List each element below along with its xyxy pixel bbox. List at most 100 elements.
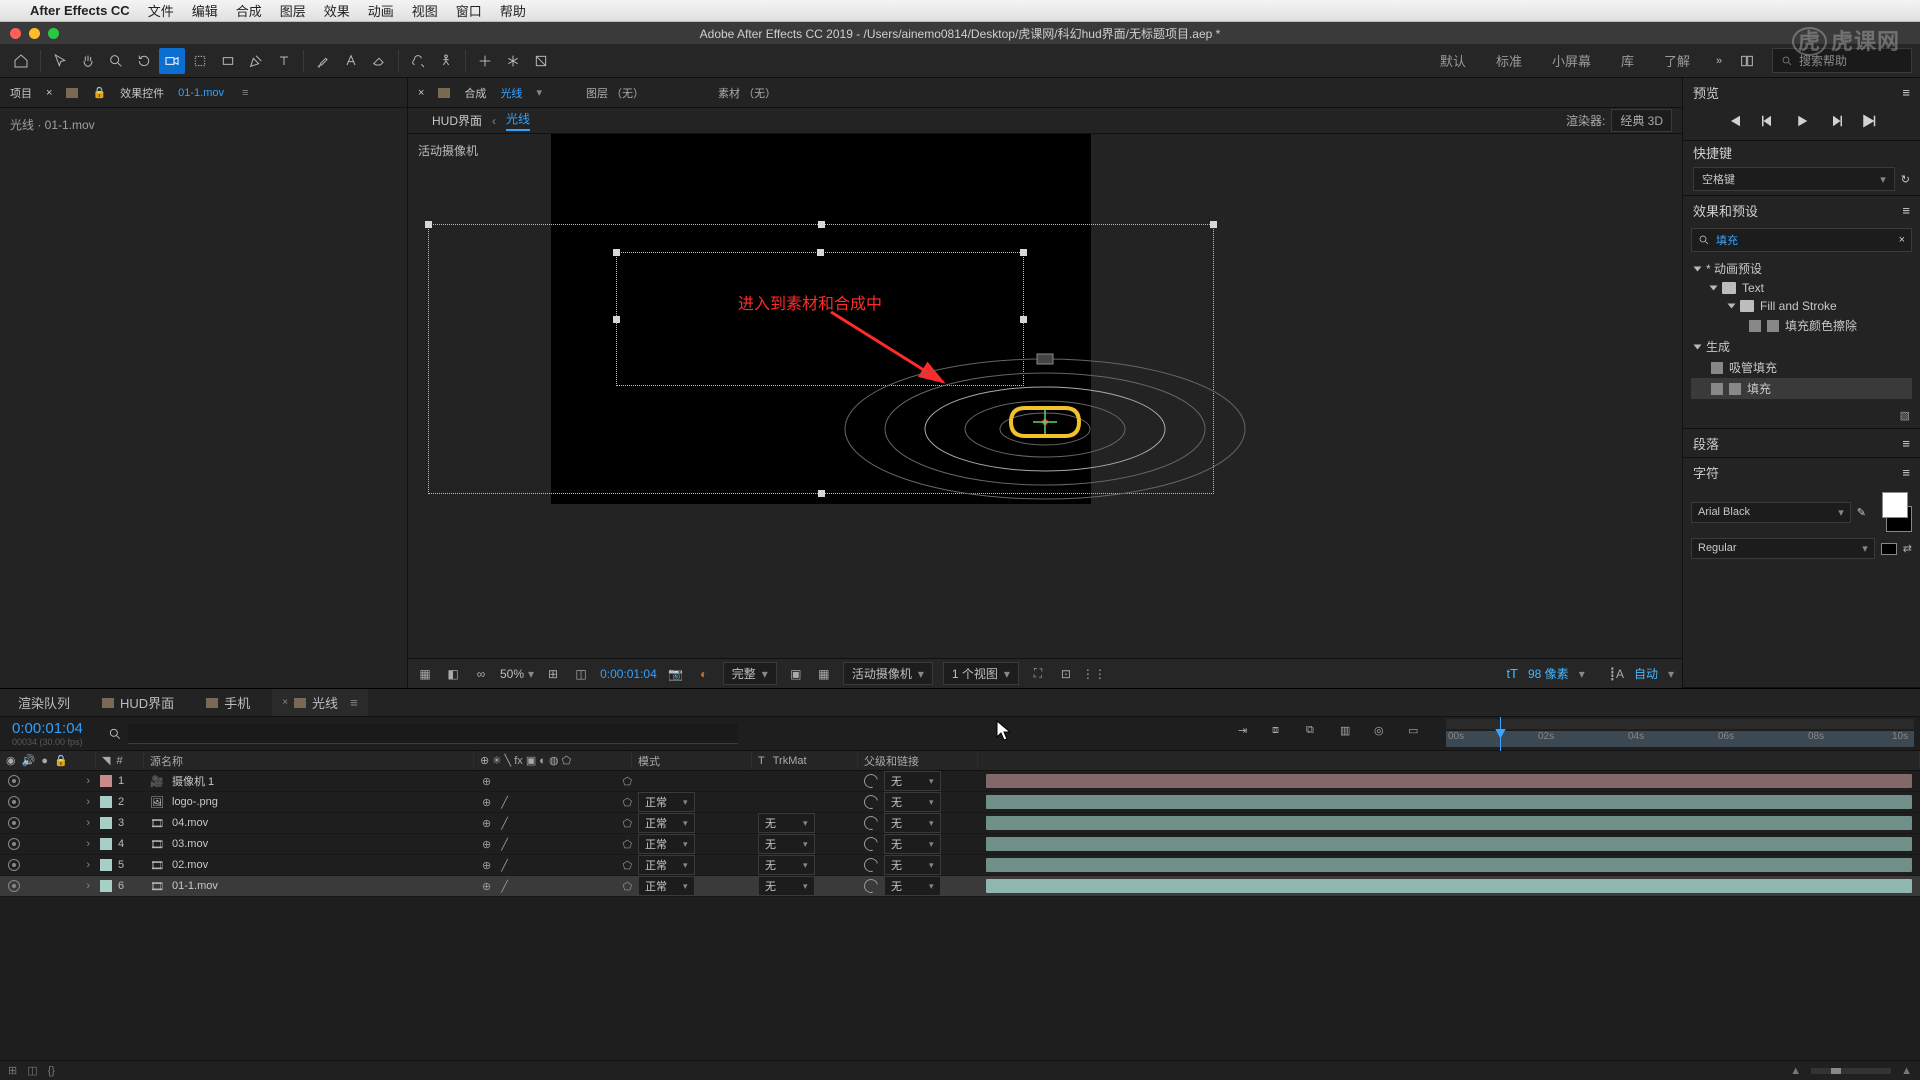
- viewer-timecode[interactable]: 0:00:01:04: [600, 667, 657, 681]
- blend-mode-dropdown[interactable]: 正常▾: [638, 876, 695, 896]
- time-ruler[interactable]: 00s 02s 04s 06s 08s 10s: [1440, 717, 1920, 751]
- app-name[interactable]: After Effects CC: [30, 3, 130, 18]
- switch-solo[interactable]: ╱: [501, 838, 508, 851]
- character-menu-icon[interactable]: ≡: [1902, 465, 1910, 480]
- switch-3d[interactable]: ⬠: [622, 880, 632, 893]
- workspace-small[interactable]: 小屏幕: [1538, 47, 1605, 74]
- layer-bar[interactable]: [986, 858, 1912, 872]
- effects-search[interactable]: 填充 ×: [1691, 228, 1912, 252]
- toggle-modes-icon[interactable]: ◫: [27, 1064, 37, 1077]
- layer-row[interactable]: ›1🎥摄像机 1⊕⬠无▾: [0, 771, 1920, 792]
- switch-solo[interactable]: ╱: [501, 859, 508, 872]
- visibility-toggle[interactable]: [8, 859, 20, 871]
- pickwhip-icon[interactable]: [861, 876, 880, 895]
- expand-layer-icon[interactable]: ›: [86, 775, 90, 787]
- zoom-tool[interactable]: [103, 48, 129, 74]
- comp-tab-menu-icon[interactable]: ▾: [536, 86, 542, 99]
- switch-shy[interactable]: ⊕: [482, 817, 491, 830]
- switch-shy[interactable]: ⊕: [482, 838, 491, 851]
- parent-dropdown[interactable]: 无▾: [884, 855, 941, 875]
- label-color[interactable]: [100, 775, 112, 787]
- tab-render-queue[interactable]: 渲染队列: [8, 689, 80, 716]
- toggle-brackets-icon[interactable]: {}: [48, 1065, 55, 1077]
- snapshot-icon[interactable]: 📷: [667, 665, 685, 683]
- layer-name[interactable]: 04.mov: [172, 817, 208, 829]
- layer-name[interactable]: 03.mov: [172, 838, 208, 850]
- switch-3d[interactable]: ⬠: [622, 775, 632, 788]
- grid-icon[interactable]: ▦: [815, 665, 833, 683]
- switch-shy[interactable]: ⊕: [482, 859, 491, 872]
- font-family-dropdown[interactable]: Arial Black▾: [1691, 502, 1851, 523]
- trkmat-dropdown[interactable]: 无▾: [758, 813, 815, 833]
- view-axis-icon[interactable]: [528, 48, 554, 74]
- pickwhip-icon[interactable]: [861, 834, 880, 853]
- tl-icon-6[interactable]: ▭: [1408, 724, 1428, 744]
- eraser-tool[interactable]: [366, 48, 392, 74]
- roto-tool[interactable]: [405, 48, 431, 74]
- workspace-learn[interactable]: 了解: [1650, 47, 1704, 74]
- visibility-toggle[interactable]: [8, 796, 20, 808]
- camera-dropdown[interactable]: 活动摄像机▾: [843, 662, 933, 685]
- vf-icon3[interactable]: ⋮⋮: [1085, 665, 1103, 683]
- tab-layer[interactable]: 图层 （无）: [586, 85, 644, 101]
- switch-3d[interactable]: ⬠: [622, 859, 632, 872]
- parent-dropdown[interactable]: 无▾: [884, 834, 941, 854]
- switch-solo[interactable]: ╱: [501, 796, 508, 809]
- layer-search-input[interactable]: [128, 724, 738, 744]
- type-tool[interactable]: [271, 48, 297, 74]
- selection-tool[interactable]: [47, 48, 73, 74]
- toggle-switches-icon[interactable]: ⊞: [8, 1064, 17, 1077]
- label-color[interactable]: [100, 838, 112, 850]
- blend-mode-dropdown[interactable]: 正常▾: [638, 834, 695, 854]
- close-window-button[interactable]: [10, 28, 21, 39]
- parent-dropdown[interactable]: 无▾: [884, 876, 941, 896]
- tab-project[interactable]: 项目: [10, 85, 32, 101]
- visibility-toggle[interactable]: [8, 817, 20, 829]
- menu-help[interactable]: 帮助: [500, 1, 526, 20]
- play-button[interactable]: [1791, 112, 1813, 130]
- reset-icon[interactable]: ↻: [1901, 173, 1910, 186]
- blend-mode-dropdown[interactable]: 正常▾: [638, 855, 695, 875]
- tab-composition-label[interactable]: 合成: [464, 85, 486, 101]
- tree-fill-stroke[interactable]: Fill and Stroke: [1760, 299, 1837, 313]
- puppet-tool[interactable]: [433, 48, 459, 74]
- switch-3d[interactable]: ⬠: [622, 796, 632, 809]
- res-icon[interactable]: ⊞: [544, 665, 562, 683]
- expand-layer-icon[interactable]: ›: [86, 796, 90, 808]
- parent-dropdown[interactable]: 无▾: [884, 792, 941, 812]
- breadcrumb-parent[interactable]: HUD界面: [432, 112, 482, 129]
- pickwhip-icon[interactable]: [861, 792, 880, 811]
- switch-3d[interactable]: ⬠: [622, 817, 632, 830]
- menu-comp[interactable]: 合成: [236, 1, 262, 20]
- effect-controls-target[interactable]: 01-1.mov: [178, 87, 224, 99]
- visibility-toggle[interactable]: [8, 880, 20, 892]
- layer-bar[interactable]: [986, 774, 1912, 788]
- col-visibility-icon[interactable]: ◉: [6, 754, 16, 767]
- layer-row[interactable]: ›3🎞04.mov⊕╱⬠正常▾无▾无▾: [0, 813, 1920, 834]
- 3d-icon[interactable]: ∞: [472, 665, 490, 683]
- col-solo-icon[interactable]: ●: [41, 755, 48, 767]
- panel-menu-icon[interactable]: ≡: [242, 87, 248, 99]
- roi-icon[interactable]: ◫: [572, 665, 590, 683]
- eyedropper-icon[interactable]: ✎: [1857, 506, 1866, 519]
- tab-menu-icon[interactable]: ≡: [350, 695, 358, 710]
- preview-menu-icon[interactable]: ≡: [1902, 85, 1910, 100]
- color-swatch[interactable]: [1872, 492, 1912, 532]
- menu-edit[interactable]: 编辑: [192, 1, 218, 20]
- font-style-dropdown[interactable]: Regular▾: [1691, 538, 1875, 559]
- pickwhip-icon[interactable]: [861, 771, 880, 790]
- tree-fill-selected[interactable]: 填充: [1691, 378, 1912, 399]
- composition-viewer[interactable]: 活动摄像机 进入到素材和合成中: [408, 134, 1682, 658]
- next-frame-button[interactable]: [1825, 112, 1847, 130]
- clone-tool[interactable]: [338, 48, 364, 74]
- trkmat-dropdown[interactable]: 无▾: [758, 834, 815, 854]
- swap-colors-icon[interactable]: ⇄: [1903, 542, 1912, 555]
- switch-shy[interactable]: ⊕: [482, 880, 491, 893]
- last-frame-button[interactable]: [1859, 112, 1881, 130]
- tl-icon-1[interactable]: ⇥: [1238, 724, 1258, 744]
- font-size-icon[interactable]: tT: [1506, 666, 1518, 681]
- label-color[interactable]: [100, 880, 112, 892]
- expand-layer-icon[interactable]: ›: [86, 817, 90, 829]
- tree-generate[interactable]: 生成: [1706, 338, 1730, 355]
- switch-solo[interactable]: ╱: [501, 880, 508, 893]
